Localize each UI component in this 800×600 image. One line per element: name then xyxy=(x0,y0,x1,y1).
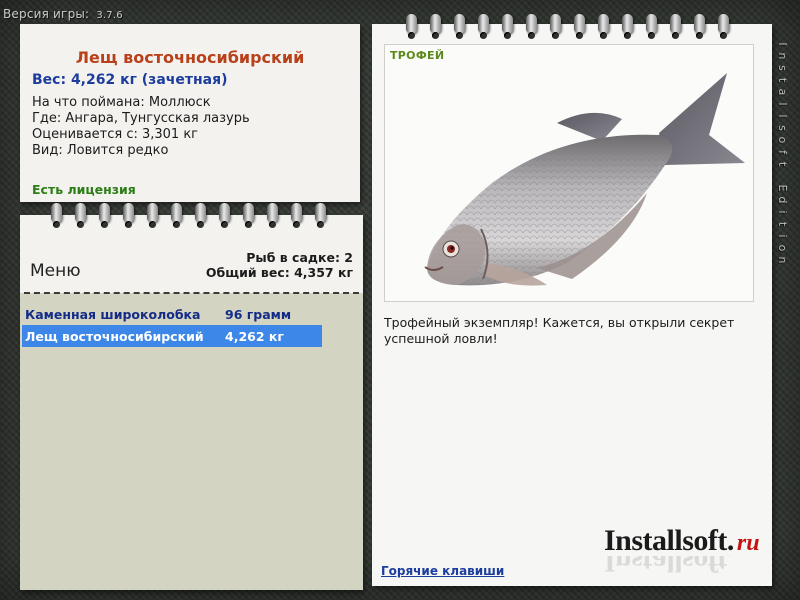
spiral-ring xyxy=(664,14,688,40)
fish-kind: Вид: Ловится редко xyxy=(32,143,169,158)
edition-letter: a xyxy=(776,88,789,96)
version-caption: Версия игры: xyxy=(3,7,90,21)
trophy-spiral-rings xyxy=(400,14,736,40)
edition-vertical-text: Installsoft Edition xyxy=(776,38,789,266)
fish-row-weight: 96 грамм xyxy=(225,306,292,322)
spiral-ring xyxy=(213,203,237,229)
spiral-ring xyxy=(285,203,309,229)
edition-letter: n xyxy=(776,52,789,60)
spiral-ring xyxy=(69,203,93,229)
bream-fish-image xyxy=(424,73,745,286)
brand-main: Installsoft. xyxy=(604,524,734,557)
menu-spiral-rings xyxy=(45,203,333,229)
trophy-description: Трофейный экземпляр! Кажется, вы открыли… xyxy=(384,315,735,346)
spiral-ring xyxy=(165,203,189,229)
fish-location: Где: Ангара, Тунгусская лазурь xyxy=(32,111,250,126)
spiral-ring xyxy=(117,203,141,229)
edition-letter: l xyxy=(776,114,789,118)
spiral-ring xyxy=(424,14,448,40)
spiral-ring xyxy=(309,203,333,229)
edition-letter: s xyxy=(776,65,789,71)
edition-letter: t xyxy=(776,221,789,227)
spiral-ring xyxy=(688,14,712,40)
cage-stats: Рыб в садке: 2 Общий вес: 4,357 кг xyxy=(206,250,353,280)
spiral-ring xyxy=(400,14,424,40)
spiral-ring xyxy=(472,14,496,40)
menu-card: Меню Рыб в садке: 2 Общий вес: 4,357 кг … xyxy=(20,215,363,590)
spiral-ring xyxy=(496,14,520,40)
edition-letter: o xyxy=(776,244,789,252)
spiral-ring xyxy=(93,203,117,229)
edition-letter: t xyxy=(776,161,789,167)
spiral-ring xyxy=(141,203,165,229)
edition-letter: f xyxy=(776,150,789,154)
fish-row[interactable]: Каменная широколобка 96 грамм xyxy=(22,303,322,325)
trophy-card: ТРОФЕЙ Трофейный экземпляр! Кажется, вы … xyxy=(372,24,772,586)
edition-letter: I xyxy=(776,42,789,46)
hotkeys-link[interactable]: Горячие клавиши xyxy=(381,564,504,578)
fish-list: Каменная широколобка 96 грамм Лещ восточ… xyxy=(22,303,322,347)
edition-letter: t xyxy=(776,77,789,83)
fish-row-name: Лещ восточносибирский xyxy=(25,328,204,344)
version-label: Версия игры: 3.7.6 xyxy=(3,7,123,21)
fish-row-selected[interactable]: Лещ восточносибирский 4,262 кг xyxy=(22,325,322,347)
fish-weight: Вес: 4,262 кг (зачетная) xyxy=(32,72,228,88)
spiral-ring xyxy=(45,203,69,229)
edition-letter: i xyxy=(776,210,789,214)
edition-letter xyxy=(776,170,788,182)
installsoft-logo: Installsoft. ru xyxy=(604,524,760,558)
logo-reflection: Installsoft. xyxy=(604,556,734,578)
edition-letter: n xyxy=(776,256,789,264)
total-weight: Общий вес: 4,357 кг xyxy=(205,265,353,280)
menu-title[interactable]: Меню xyxy=(30,261,81,281)
edition-letter: s xyxy=(776,125,789,131)
edition-letter: d xyxy=(776,196,789,204)
license-status: Есть лицензия xyxy=(32,182,136,197)
edition-letter: E xyxy=(776,184,789,192)
edition-letter: o xyxy=(776,136,789,144)
spiral-ring xyxy=(261,203,285,229)
version-number: 3.7.6 xyxy=(96,10,123,21)
spiral-ring xyxy=(712,14,736,40)
spiral-ring xyxy=(568,14,592,40)
fish-bait: На что поймана: Моллюск xyxy=(32,95,211,110)
fish-row-weight: 4,262 кг xyxy=(225,328,284,344)
brand-suffix: ru xyxy=(736,530,760,556)
dashed-divider xyxy=(24,292,359,294)
spiral-ring xyxy=(237,203,261,229)
fish-row-name: Каменная широколобка xyxy=(25,306,201,322)
spiral-ring xyxy=(448,14,472,40)
spiral-ring xyxy=(189,203,213,229)
spiral-ring xyxy=(592,14,616,40)
spiral-ring xyxy=(544,14,568,40)
fish-in-cage: Рыб в садке: 2 xyxy=(246,250,353,265)
edition-letter: i xyxy=(776,234,789,238)
fish-value: Оценивается с: 3,301 кг xyxy=(32,127,199,142)
edition-letter: l xyxy=(776,102,789,106)
fish-info-card: Лещ восточносибирский Вес: 4,262 кг (зач… xyxy=(20,24,360,202)
spiral-ring xyxy=(616,14,640,40)
fish-photo-frame: ТРОФЕЙ xyxy=(384,44,754,302)
spiral-ring xyxy=(640,14,664,40)
spiral-ring xyxy=(520,14,544,40)
fish-title: Лещ восточносибирский xyxy=(75,48,305,67)
